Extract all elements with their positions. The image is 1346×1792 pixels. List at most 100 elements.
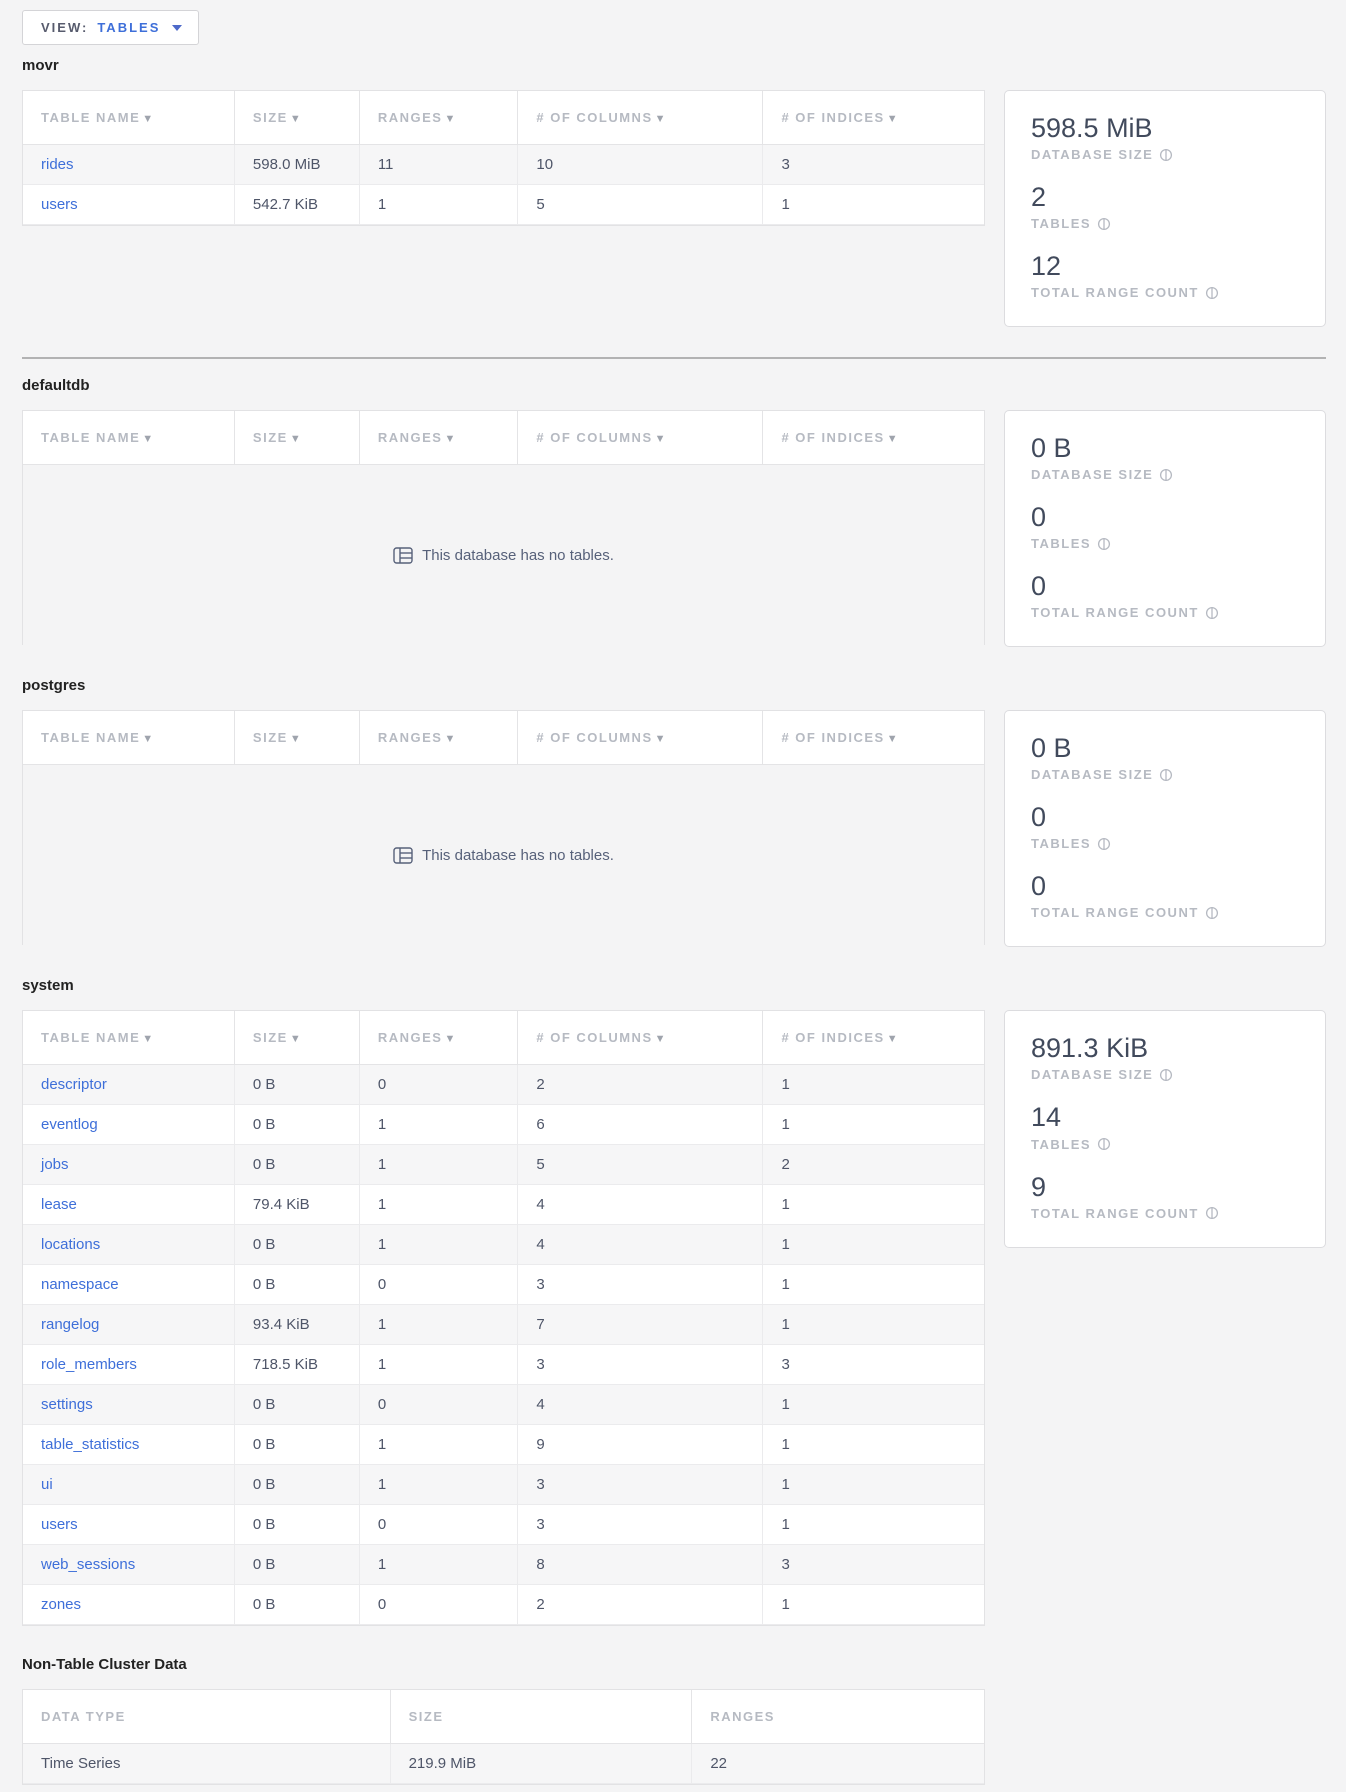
info-icon[interactable]	[1159, 1068, 1173, 1082]
sort-desc-icon: ▼	[142, 733, 154, 745]
column-header-indices[interactable]: # OF INDICES▼	[763, 711, 984, 765]
table-name-link[interactable]: settings	[41, 1396, 93, 1413]
database-section-postgres: postgres TABLE NAME▼ SIZE▼ RANGES▼ # OF …	[22, 677, 1326, 947]
table-name-link[interactable]: rides	[41, 156, 74, 173]
table-row: jobs 0 B 1 5 2	[23, 1145, 984, 1185]
ranges-cell: 0	[359, 1585, 518, 1625]
ranges-cell: 1	[359, 1225, 518, 1265]
database-section-movr: movr TABLE NAME▼ SIZE▼ RANGES▼ # OF COLU…	[22, 57, 1326, 327]
columns-cell: 3	[518, 1505, 763, 1545]
table-name-link[interactable]: role_members	[41, 1356, 137, 1373]
total-range-count-value: 9	[1031, 1172, 1299, 1203]
tables-table: TABLE NAME▼ SIZE▼ RANGES▼ # OF COLUMNS▼ …	[22, 410, 985, 645]
column-header-columns[interactable]: # OF COLUMNS▼	[518, 411, 763, 465]
column-header-columns[interactable]: # OF COLUMNS▼	[518, 711, 763, 765]
info-icon[interactable]	[1159, 468, 1173, 482]
column-header-ranges[interactable]: RANGES▼	[359, 91, 518, 145]
ranges-cell: 22	[692, 1744, 984, 1784]
sort-desc-icon: ▼	[887, 1033, 899, 1045]
table-row: descriptor 0 B 0 2 1	[23, 1065, 984, 1105]
indices-cell: 3	[763, 1345, 984, 1385]
total-range-count-stat: 12 TOTAL RANGE COUNT	[1031, 251, 1299, 300]
info-icon[interactable]	[1097, 537, 1111, 551]
column-header-table-name[interactable]: TABLE NAME▼	[23, 711, 234, 765]
size-cell: 0 B	[234, 1145, 359, 1185]
table-name-link[interactable]: lease	[41, 1196, 77, 1213]
column-header-size[interactable]: SIZE▼	[234, 91, 359, 145]
table-name-link[interactable]: descriptor	[41, 1076, 107, 1093]
tables-count-value: 0	[1031, 502, 1299, 533]
table-name-link[interactable]: rangelog	[41, 1316, 99, 1333]
table-name-link[interactable]: namespace	[41, 1276, 119, 1293]
view-dropdown-label: VIEW:	[41, 20, 88, 35]
total-range-count-stat: 0 TOTAL RANGE COUNT	[1031, 571, 1299, 620]
column-header-size[interactable]: SIZE▼	[234, 411, 359, 465]
database-size-stat: 598.5 MiB DATABASE SIZE	[1031, 113, 1299, 162]
table-name-link[interactable]: users	[41, 196, 78, 213]
tables-count-value: 0	[1031, 802, 1299, 833]
sort-desc-icon: ▼	[290, 1033, 302, 1045]
columns-cell: 6	[518, 1105, 763, 1145]
database-size-stat: 891.3 KiB DATABASE SIZE	[1031, 1033, 1299, 1082]
column-header-columns[interactable]: # OF COLUMNS▼	[518, 1011, 763, 1065]
table-name-link[interactable]: zones	[41, 1596, 81, 1613]
indices-cell: 1	[763, 1185, 984, 1225]
info-icon[interactable]	[1097, 837, 1111, 851]
info-icon[interactable]	[1205, 606, 1219, 620]
table-name-link[interactable]: locations	[41, 1236, 100, 1253]
view-dropdown[interactable]: VIEW: TABLES	[22, 10, 199, 45]
size-cell: 0 B	[234, 1505, 359, 1545]
info-icon[interactable]	[1097, 217, 1111, 231]
column-header-indices[interactable]: # OF INDICES▼	[763, 91, 984, 145]
columns-cell: 3	[518, 1465, 763, 1505]
table-icon	[393, 847, 413, 864]
sort-desc-icon: ▼	[887, 113, 899, 125]
ranges-cell: 1	[359, 1465, 518, 1505]
column-header-size[interactable]: SIZE▼	[234, 711, 359, 765]
size-cell: 0 B	[234, 1425, 359, 1465]
sort-desc-icon: ▼	[655, 433, 667, 445]
database-name-heading: postgres	[22, 677, 1326, 694]
table-name-link[interactable]: jobs	[41, 1156, 69, 1173]
table-row: users 0 B 0 3 1	[23, 1505, 984, 1545]
tables-count-stat: 0 TABLES	[1031, 802, 1299, 851]
table-name-link[interactable]: users	[41, 1516, 78, 1533]
size-cell: 0 B	[234, 1225, 359, 1265]
indices-cell: 1	[763, 1105, 984, 1145]
info-icon[interactable]	[1205, 286, 1219, 300]
column-header-ranges[interactable]: RANGES▼	[359, 711, 518, 765]
column-header-indices[interactable]: # OF INDICES▼	[763, 411, 984, 465]
columns-cell: 2	[518, 1065, 763, 1105]
table-name-link[interactable]: web_sessions	[41, 1556, 135, 1573]
indices-cell: 1	[763, 1065, 984, 1105]
database-section-defaultdb: defaultdb TABLE NAME▼ SIZE▼ RANGES▼ # OF…	[22, 377, 1326, 647]
size-cell: 542.7 KiB	[234, 185, 359, 225]
columns-cell: 7	[518, 1305, 763, 1345]
column-header-ranges[interactable]: RANGES▼	[359, 1011, 518, 1065]
info-icon[interactable]	[1205, 1206, 1219, 1220]
table-name-link[interactable]: eventlog	[41, 1116, 98, 1133]
section-divider	[22, 357, 1326, 359]
column-header-table-name[interactable]: TABLE NAME▼	[23, 411, 234, 465]
size-cell: 219.9 MiB	[390, 1744, 692, 1784]
table-name-link[interactable]: table_statistics	[41, 1436, 139, 1453]
size-cell: 598.0 MiB	[234, 145, 359, 185]
column-header-table-name[interactable]: TABLE NAME▼	[23, 91, 234, 145]
sort-desc-icon: ▼	[290, 733, 302, 745]
table-row: locations 0 B 1 4 1	[23, 1225, 984, 1265]
table-row: zones 0 B 0 2 1	[23, 1585, 984, 1625]
info-icon[interactable]	[1097, 1137, 1111, 1151]
column-header-indices[interactable]: # OF INDICES▼	[763, 1011, 984, 1065]
databases-page: VIEW: TABLES movr TABLE NAME▼ SIZE▼ RANG…	[0, 0, 1346, 1785]
info-icon[interactable]	[1205, 906, 1219, 920]
columns-cell: 8	[518, 1545, 763, 1585]
sort-desc-icon: ▼	[444, 733, 456, 745]
table-name-link[interactable]: ui	[41, 1476, 53, 1493]
tables-table: TABLE NAME▼ SIZE▼ RANGES▼ # OF COLUMNS▼ …	[22, 90, 985, 226]
info-icon[interactable]	[1159, 768, 1173, 782]
column-header-table-name[interactable]: TABLE NAME▼	[23, 1011, 234, 1065]
column-header-ranges[interactable]: RANGES▼	[359, 411, 518, 465]
column-header-columns[interactable]: # OF COLUMNS▼	[518, 91, 763, 145]
info-icon[interactable]	[1159, 148, 1173, 162]
column-header-size[interactable]: SIZE▼	[234, 1011, 359, 1065]
